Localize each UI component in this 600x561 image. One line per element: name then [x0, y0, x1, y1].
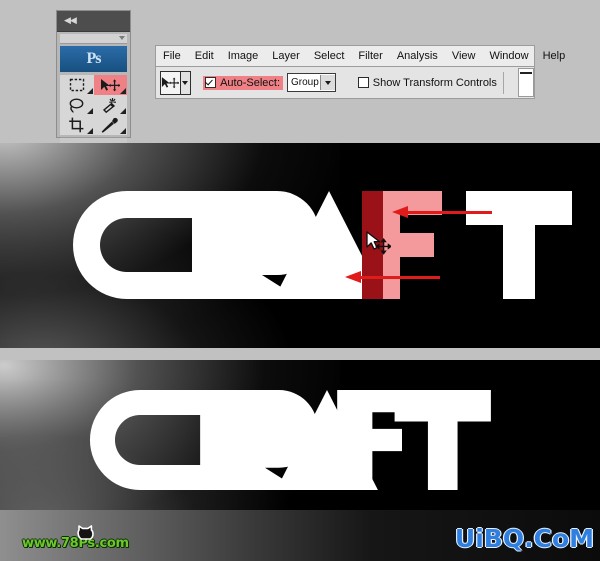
craft-letters-svg	[89, 390, 491, 490]
menu-item-file[interactable]: File	[156, 47, 188, 66]
menu-item-window[interactable]: Window	[482, 47, 535, 66]
chevron-down-icon	[324, 80, 331, 85]
watermark-uibq: UiBQ.CoM	[454, 524, 594, 553]
tools-panel-tab[interactable]	[60, 34, 127, 44]
auto-select-label: Auto-Select:	[220, 76, 280, 89]
eyedropper-tool-button[interactable]	[94, 115, 128, 135]
after-canvas-panel	[0, 360, 600, 510]
photoshop-logo-text: Ps	[86, 50, 102, 67]
dropdown-arrow-button[interactable]	[319, 75, 335, 90]
show-transform-controls-checkbox[interactable]	[357, 77, 369, 88]
options-bar-separator	[502, 71, 504, 94]
craft-letters-svg	[73, 191, 572, 299]
move-tool-icon	[101, 78, 121, 91]
auto-select-target-value: Group	[291, 77, 319, 88]
show-transform-controls-label: Show Transform Controls	[372, 76, 497, 89]
before-canvas-panel	[0, 143, 600, 348]
menu-item-select[interactable]: Select	[307, 47, 352, 66]
menu-bar: File Edit Image Layer Select Filter Anal…	[155, 45, 565, 66]
cat-icon	[76, 524, 96, 547]
photoshop-chrome: ◀◀ Ps File Edit Image Layer Select Filte…	[0, 0, 600, 148]
menu-item-analysis[interactable]: Analysis	[390, 47, 445, 66]
menu-item-help[interactable]: Help	[536, 47, 573, 66]
menu-item-view[interactable]: View	[445, 47, 483, 66]
craft-wordmark-after[interactable]	[72, 390, 532, 490]
auto-select-group: Auto-Select:	[203, 75, 283, 90]
arrow-head-left-icon	[392, 206, 408, 218]
tools-panel-header[interactable]: ◀◀	[57, 11, 130, 32]
move-cursor-icon	[366, 231, 392, 255]
auto-select-checkbox[interactable]	[205, 77, 217, 88]
tool-preset-dropdown[interactable]	[180, 70, 192, 95]
collapse-panel-icon[interactable]: ◀◀	[64, 16, 77, 26]
move-tool-button[interactable]	[93, 75, 127, 95]
letter-T	[394, 390, 491, 490]
options-bar: Auto-Select: Group Show Transform Contro…	[155, 66, 535, 99]
menu-item-filter[interactable]: Filter	[351, 47, 389, 66]
arrow-shaft	[406, 211, 492, 214]
cat-silhouette-icon	[77, 525, 94, 540]
tools-grid	[60, 75, 127, 135]
rectangular-marquee-tool-button[interactable]	[60, 75, 94, 95]
lasso-icon	[69, 97, 84, 113]
craft-wordmark-before[interactable]	[72, 191, 572, 301]
eyedropper-icon	[101, 117, 119, 133]
crop-icon	[69, 117, 84, 133]
align-top-edges-button[interactable]	[517, 68, 534, 97]
auto-select-target-dropdown[interactable]: Group	[287, 73, 336, 92]
arrow-shaft	[360, 276, 440, 279]
photoshop-logo: Ps	[60, 46, 127, 72]
show-transform-controls-group: Show Transform Controls	[357, 76, 497, 89]
menu-item-edit[interactable]: Edit	[188, 47, 221, 66]
menu-item-image[interactable]: Image	[221, 47, 266, 66]
rectangular-marquee-icon	[69, 78, 84, 92]
move-tool-icon	[162, 76, 180, 88]
menu-item-layer[interactable]: Layer	[265, 47, 307, 66]
lasso-tool-button[interactable]	[60, 95, 94, 115]
align-top-edges-icon	[519, 72, 532, 74]
move-cursor	[365, 231, 392, 255]
magic-wand-tool-button[interactable]	[94, 95, 128, 115]
tools-panel: ◀◀ Ps	[56, 10, 131, 148]
crop-tool-button[interactable]	[60, 115, 94, 135]
arrow-head-left-icon	[345, 271, 361, 283]
magic-wand-icon	[103, 98, 117, 113]
letter-T	[466, 191, 572, 299]
chevron-down-icon	[182, 80, 189, 85]
current-tool-button[interactable]	[160, 70, 181, 95]
